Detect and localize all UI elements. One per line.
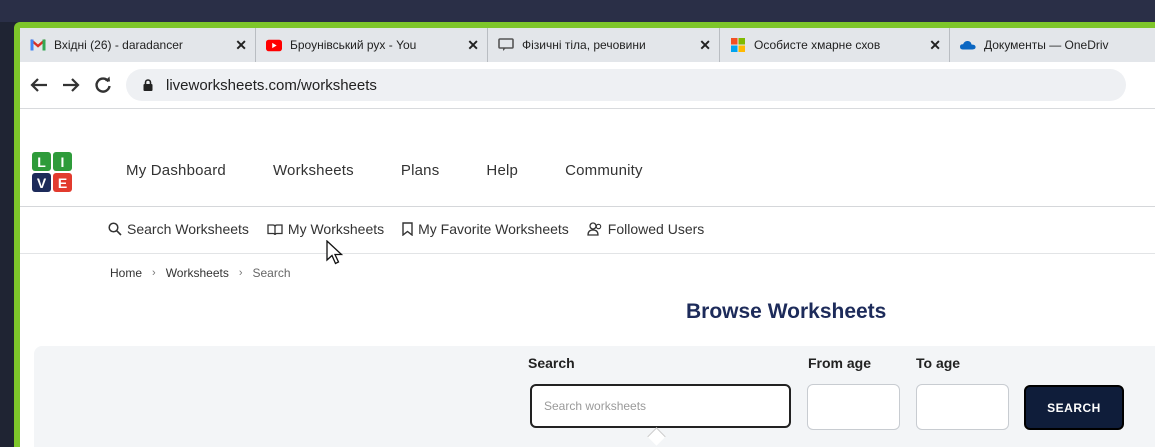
browser-window: Вхідні (26) - daradancer ✕ Броунівський … xyxy=(20,28,1155,447)
chevron-right-icon: › xyxy=(238,267,243,279)
onedrive-icon xyxy=(960,38,976,52)
tab-close-icon[interactable]: ✕ xyxy=(699,37,711,54)
live-logo[interactable]: L I V E xyxy=(32,152,72,192)
subnav-search-worksheets[interactable]: Search Worksheets xyxy=(108,221,249,237)
header-divider xyxy=(20,206,1155,207)
sub-nav: Search Worksheets My Worksheets My Favor… xyxy=(108,221,722,237)
youtube-icon xyxy=(266,38,282,52)
microsoft-icon xyxy=(730,38,746,52)
page-title: Browse Worksheets xyxy=(686,300,887,323)
url-text: liveworksheets.com/worksheets xyxy=(166,76,377,94)
tab-close-icon[interactable]: ✕ xyxy=(467,37,479,54)
search-label: Search xyxy=(528,355,575,371)
nav-community[interactable]: Community xyxy=(565,162,643,179)
back-arrow-icon[interactable] xyxy=(26,72,52,98)
from-age-input[interactable] xyxy=(807,384,900,430)
mouse-cursor-icon xyxy=(326,240,344,265)
main-nav: My Dashboard Worksheets Plans Help Commu… xyxy=(126,162,690,179)
tab-title: Броунівський рух - You xyxy=(290,38,417,52)
tab-close-icon[interactable]: ✕ xyxy=(929,37,941,54)
address-bar: liveworksheets.com/worksheets xyxy=(20,62,1155,109)
chat-icon xyxy=(498,38,514,52)
book-icon xyxy=(267,223,283,235)
bookmark-icon xyxy=(402,222,413,236)
logo-letter: L xyxy=(37,154,46,170)
logo-letter: I xyxy=(61,154,65,170)
url-bar[interactable]: liveworksheets.com/worksheets xyxy=(126,69,1126,101)
reload-icon[interactable] xyxy=(90,72,116,98)
subnav-label: My Favorite Worksheets xyxy=(418,221,569,237)
breadcrumb: Home › Worksheets › Search xyxy=(110,266,291,280)
logo-letter: E xyxy=(58,175,67,191)
breadcrumb-home[interactable]: Home xyxy=(110,266,142,280)
breadcrumb-current: Search xyxy=(252,266,291,280)
nav-plans[interactable]: Plans xyxy=(401,162,440,179)
tab-close-icon[interactable]: ✕ xyxy=(235,37,247,54)
nav-help[interactable]: Help xyxy=(486,162,518,179)
subnav-my-favorite-worksheets[interactable]: My Favorite Worksheets xyxy=(402,221,569,237)
subnav-my-worksheets[interactable]: My Worksheets xyxy=(267,221,384,237)
tab-bar: Вхідні (26) - daradancer ✕ Броунівський … xyxy=(20,28,1155,62)
subnav-label: Followed Users xyxy=(607,221,705,237)
screen-bezel xyxy=(0,0,1155,22)
subnav-divider xyxy=(20,253,1155,254)
tab-title: Вхідні (26) - daradancer xyxy=(54,38,183,52)
tab-youtube[interactable]: Броунівський рух - You ✕ xyxy=(256,28,488,62)
tab-physics[interactable]: Фізичні тіла, речовини ✕ xyxy=(488,28,720,62)
tab-cloud-storage[interactable]: Особисте хмарне схов ✕ xyxy=(720,28,950,62)
lock-icon xyxy=(143,79,153,91)
to-age-label: To age xyxy=(916,355,961,371)
gmail-icon xyxy=(30,38,46,52)
tab-onedrive[interactable]: Документы — OneDriv xyxy=(950,28,1155,62)
subnav-label: My Worksheets xyxy=(287,221,385,237)
tab-title: Документы — OneDriv xyxy=(984,38,1109,52)
tab-gmail[interactable]: Вхідні (26) - daradancer ✕ xyxy=(20,28,256,62)
subnav-followed-users[interactable]: Followed Users xyxy=(587,221,704,237)
breadcrumb-worksheets[interactable]: Worksheets xyxy=(166,266,229,280)
forward-arrow-icon[interactable] xyxy=(58,72,84,98)
from-age-label: From age xyxy=(808,355,872,371)
search-button[interactable]: SEARCH xyxy=(1024,385,1124,430)
to-age-input[interactable] xyxy=(916,384,1009,430)
nav-worksheets[interactable]: Worksheets xyxy=(273,162,354,179)
tab-title: Особисте хмарне схов xyxy=(754,38,881,52)
users-icon xyxy=(587,222,602,236)
search-icon xyxy=(108,222,122,236)
subnav-label: Search Worksheets xyxy=(127,221,249,237)
nav-my-dashboard[interactable]: My Dashboard xyxy=(126,162,226,179)
logo-letter: V xyxy=(37,175,47,191)
chevron-right-icon: › xyxy=(152,267,156,279)
tab-title: Фізичні тіла, речовини xyxy=(522,38,646,52)
search-input[interactable] xyxy=(530,384,791,428)
